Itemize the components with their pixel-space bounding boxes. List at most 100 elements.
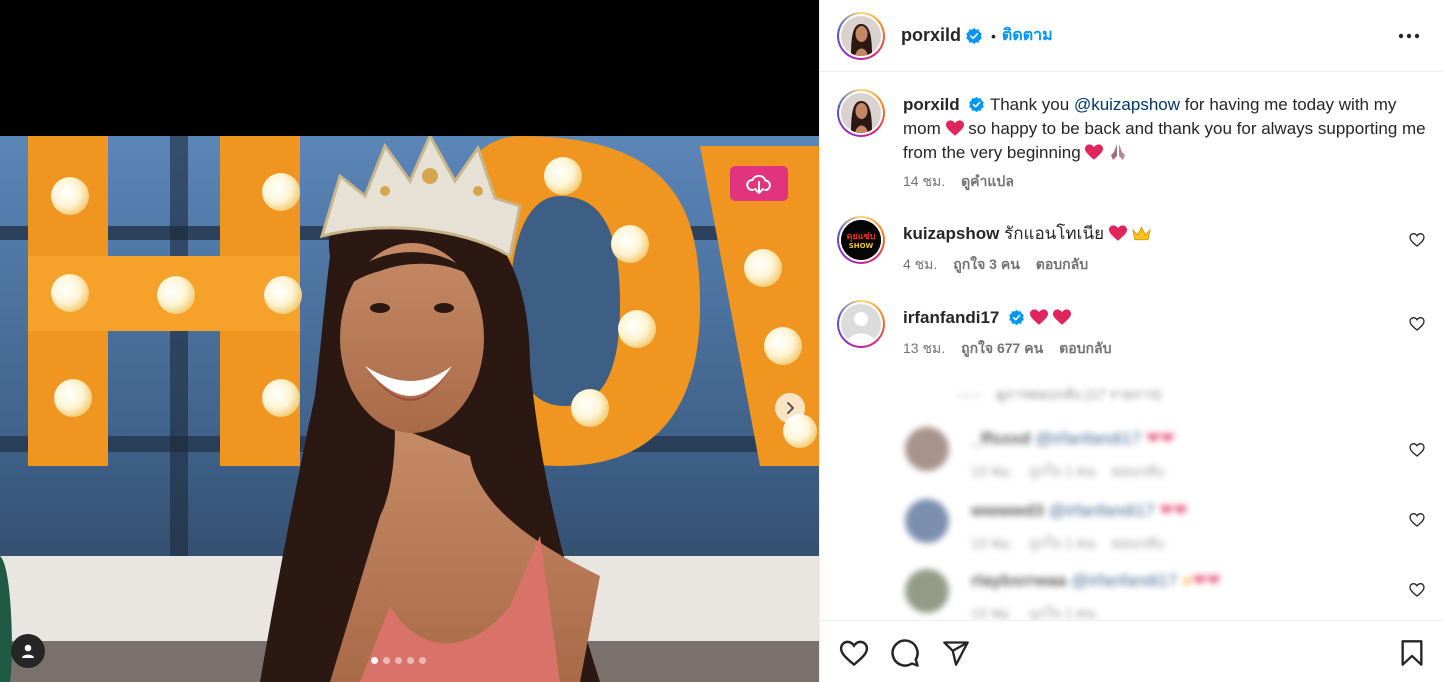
hearts-emoji: ❤❤ bbox=[1192, 571, 1221, 590]
reply-meta: 13 ชม. ถูกใจ 1 คน ตอบกลับ bbox=[971, 459, 1427, 483]
crown-emoji-icon bbox=[1131, 226, 1151, 241]
share-button[interactable] bbox=[940, 637, 972, 669]
heart-icon bbox=[839, 640, 869, 666]
carousel-dot bbox=[383, 657, 390, 664]
separator-dot: • bbox=[991, 27, 996, 44]
view-replies-button[interactable]: ดูการตอบกลับ (17 รายการ) bbox=[958, 384, 1161, 406]
reply-avatar[interactable] bbox=[905, 499, 949, 543]
avatar-logo-text: SHOW bbox=[849, 242, 874, 250]
reply-item: _ffsxxd @irfanfandi17 ❤❤ 13 ชม. ถูกใจ 1 … bbox=[905, 427, 1427, 483]
verified-badge-icon bbox=[966, 27, 982, 44]
see-translation-button[interactable]: ดูคำแปล bbox=[961, 169, 1014, 193]
sparkle-emoji: ● bbox=[1182, 571, 1193, 590]
heart-icon[interactable] bbox=[1409, 232, 1425, 248]
cloud-download-icon bbox=[746, 174, 771, 194]
heart-icon[interactable] bbox=[1409, 316, 1425, 332]
comment-avatar[interactable] bbox=[837, 300, 885, 348]
avatar-logo-text: คุยแซ่บ bbox=[847, 231, 876, 242]
red-heart-emoji-icon bbox=[945, 120, 964, 136]
heart-icon[interactable] bbox=[1409, 442, 1425, 458]
caption-avatar[interactable] bbox=[837, 89, 885, 137]
reply-item: rlaybsrrwaa @irfanfandi17 ●❤❤ 13 ชม. ถูก… bbox=[905, 569, 1427, 620]
caption-username[interactable]: porxild bbox=[903, 95, 960, 114]
reply-username[interactable]: rlaybsrrwaa bbox=[971, 571, 1066, 590]
avatar-image: คุยแซ่บ SHOW bbox=[841, 220, 881, 260]
comment-button[interactable] bbox=[889, 637, 921, 669]
save-button[interactable] bbox=[1396, 637, 1428, 669]
tagged-users-button[interactable] bbox=[11, 634, 45, 668]
reply-body: wwwwd3 @irfanfandi17 ❤❤ 13 ชม. ถูกใจ 1 ค… bbox=[971, 499, 1427, 555]
author-username[interactable]: porxild bbox=[901, 25, 961, 46]
post-dialog: porxild • ติดตาม porxild Thank you @kuiz… bbox=[0, 0, 1443, 682]
reply-mention[interactable]: @irfanfandi17 bbox=[1071, 571, 1177, 590]
like-button[interactable] bbox=[838, 637, 870, 669]
comment-username[interactable]: kuizapshow bbox=[903, 224, 999, 243]
reply-avatar[interactable] bbox=[905, 427, 949, 471]
comment-text: รักแอนโทเนีย bbox=[1004, 224, 1109, 243]
comments-section: porxild Thank you @kuizapshow for having… bbox=[820, 73, 1443, 620]
reply-time: 13 ชม. bbox=[971, 535, 1014, 551]
post-photo[interactable] bbox=[0, 136, 819, 682]
caption-body: porxild Thank you @kuizapshow for having… bbox=[903, 89, 1427, 193]
carousel-next-button[interactable] bbox=[775, 393, 805, 423]
reply-meta: 13 ชม. ถูกใจ 1 คน ตอบกลับ bbox=[971, 531, 1427, 555]
reply-reply-button[interactable]: ตอบกลับ bbox=[1112, 459, 1164, 483]
bookmark-icon bbox=[1401, 640, 1423, 666]
comment-reply-button[interactable]: ตอบกลับ bbox=[1059, 336, 1111, 360]
reply-meta: 13 ชม. ถูกใจ 1 คน bbox=[971, 601, 1427, 620]
follow-button[interactable]: ติดตาม bbox=[1002, 23, 1053, 48]
reply-body: _ffsxxd @irfanfandi17 ❤❤ 13 ชม. ถูกใจ 1 … bbox=[971, 427, 1427, 483]
reply-likes[interactable]: ถูกใจ 1 คน bbox=[1029, 531, 1096, 555]
carousel-dot bbox=[419, 657, 426, 664]
comment-icon bbox=[891, 639, 919, 667]
red-heart-emoji-icon bbox=[1052, 309, 1071, 325]
comment-meta: 13 ชม. ถูกใจ 677 คน ตอบกลับ bbox=[903, 336, 1427, 360]
chevron-right-icon bbox=[787, 402, 794, 414]
more-options-button[interactable] bbox=[1397, 24, 1421, 48]
caption-time: 14 ชม. bbox=[903, 173, 946, 189]
heart-icon[interactable] bbox=[1409, 512, 1425, 528]
reply-mention[interactable]: @irfanfandi17 bbox=[1048, 501, 1154, 520]
red-heart-emoji-icon bbox=[1108, 225, 1127, 241]
red-heart-emoji-icon bbox=[1029, 309, 1048, 325]
hearts-emoji: ❤❤ bbox=[1159, 501, 1188, 520]
reply-time: 13 ชม. bbox=[971, 463, 1014, 479]
comment-avatar[interactable]: คุยแซ่บ SHOW bbox=[837, 216, 885, 264]
user-icon bbox=[22, 644, 34, 658]
reply-likes[interactable]: ถูกใจ 1 คน bbox=[1029, 459, 1096, 483]
reply-mention[interactable]: @irfanfandi17 bbox=[1035, 429, 1141, 448]
comment-likes-button[interactable]: ถูกใจ 3 คน bbox=[953, 252, 1020, 276]
hearts-emoji: ❤❤ bbox=[1146, 429, 1175, 448]
reply-avatar[interactable] bbox=[905, 569, 949, 613]
more-options-icon bbox=[1398, 33, 1420, 39]
post-caption: porxild Thank you @kuizapshow for having… bbox=[837, 89, 1427, 193]
caption-text-3: so happy to be back and thank you for al… bbox=[903, 119, 1426, 162]
comment-reply-button[interactable]: ตอบกลับ bbox=[1036, 252, 1088, 276]
reply-username[interactable]: wwwwd3 bbox=[971, 501, 1044, 520]
comment-time: 4 ชม. bbox=[903, 256, 938, 272]
red-heart-emoji-icon bbox=[1085, 144, 1104, 160]
verified-badge-icon bbox=[969, 96, 985, 113]
comment-username[interactable]: irfanfandi17 bbox=[903, 308, 999, 327]
post-sidebar: porxild • ติดตาม porxild Thank you @kuiz… bbox=[819, 0, 1443, 682]
download-button[interactable] bbox=[730, 166, 788, 201]
caption-mention[interactable]: @kuizapshow bbox=[1074, 95, 1180, 114]
comment-body: irfanfandi17 13 ชม. ถูกใจ 677 คน ตอบกลับ bbox=[903, 300, 1427, 360]
comment-item: irfanfandi17 13 ชม. ถูกใจ 677 คน ตอบกลับ bbox=[837, 300, 1427, 360]
verified-badge-icon bbox=[1009, 309, 1024, 326]
reply-time: 13 ชม. bbox=[971, 605, 1014, 620]
folded-hands-emoji-icon bbox=[1111, 144, 1126, 160]
author-avatar[interactable] bbox=[837, 11, 885, 60]
reply-username[interactable]: _ffsxxd bbox=[971, 429, 1031, 448]
post-media bbox=[0, 0, 819, 682]
carousel-indicator bbox=[371, 657, 426, 664]
heart-icon[interactable] bbox=[1409, 582, 1425, 598]
photo-illustration bbox=[0, 136, 819, 682]
comment-likes-button[interactable]: ถูกใจ 677 คน bbox=[961, 336, 1043, 360]
carousel-dot bbox=[407, 657, 414, 664]
reply-likes[interactable]: ถูกใจ 1 คน bbox=[1029, 601, 1096, 620]
comment-body: kuizapshow รักแอนโทเนีย 4 ชม. ถูกใจ 3 คน… bbox=[903, 216, 1427, 276]
reply-body: rlaybsrrwaa @irfanfandi17 ●❤❤ 13 ชม. ถูก… bbox=[971, 569, 1427, 620]
share-icon bbox=[943, 641, 969, 666]
reply-reply-button[interactable]: ตอบกลับ bbox=[1112, 531, 1164, 555]
